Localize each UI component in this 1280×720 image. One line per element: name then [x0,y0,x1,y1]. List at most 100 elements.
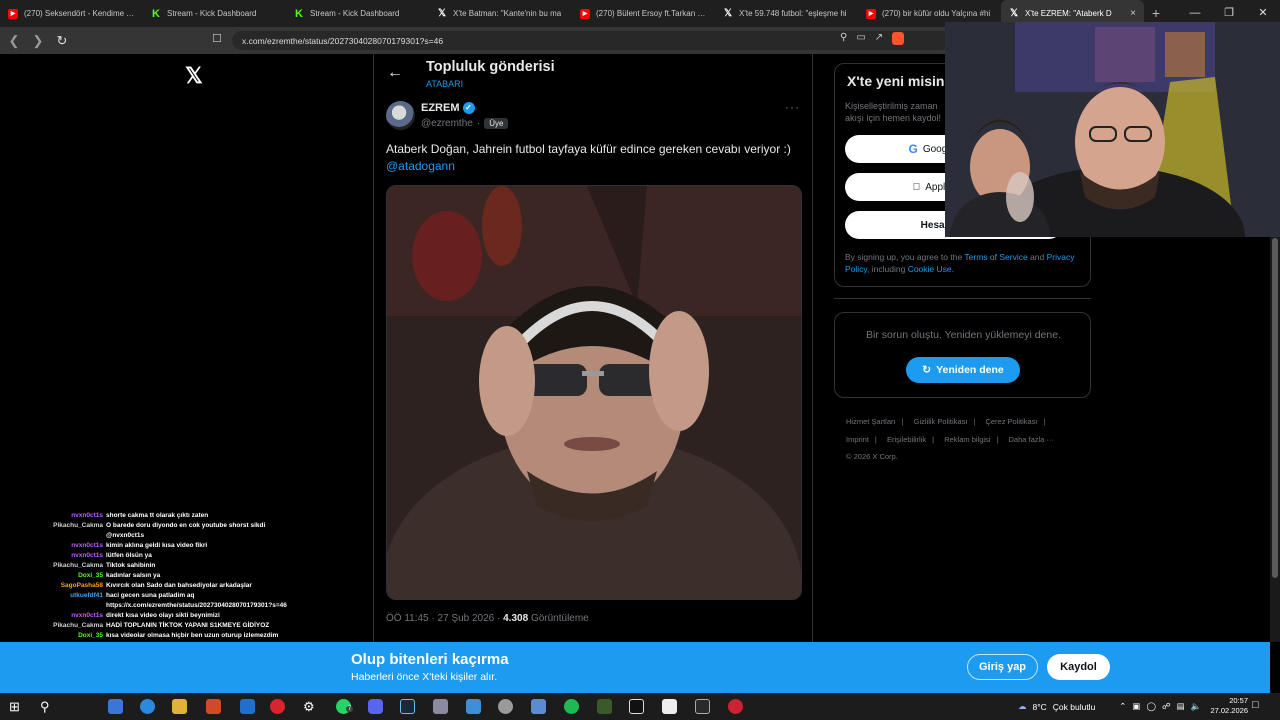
weather-icon[interactable]: ☁ [1018,701,1027,712]
search-icon[interactable]: ⚲ [40,699,55,714]
community-name[interactable]: ATABARI [426,79,463,89]
post-time[interactable]: ÖÖ 11:45 [386,613,429,624]
footer-links: Hizmet Şartları | Gizlilik Politikası | Çe… [846,413,1086,466]
close-tab-icon[interactable]: × [1126,8,1136,19]
epic-games-icon[interactable] [695,699,710,714]
apple-icon:  [913,182,921,193]
opera-icon[interactable] [270,699,285,714]
share-icon[interactable]: ↗ [875,32,883,45]
bookmark-icon[interactable]: ☐ [212,32,222,45]
app-icon[interactable] [240,699,255,714]
app-icon[interactable] [108,699,123,714]
footer-link[interactable]: Imprint [846,435,869,444]
error-message: Bir sorun oluştu. Yeniden yüklemeyi dene… [866,329,1061,341]
tray-app-icon[interactable]: ▣ [1132,701,1140,712]
chat-username[interactable]: nvxn0ct1s [40,551,106,561]
app-icon[interactable] [433,699,448,714]
back-arrow-icon[interactable]: ← [387,64,403,82]
post-media-image[interactable] [386,185,802,600]
edge-icon[interactable] [140,699,155,714]
author-handle[interactable]: @ezremthe [421,118,473,129]
error-card: Bir sorun oluştu. Yeniden yüklemeyi dene… [834,312,1091,398]
browser-tab[interactable]: ▶ (270) Seksendört - Kendime Ya [0,0,143,27]
author-handle-row: @ezremthe · Üye [421,118,509,129]
back-nav-icon[interactable]: ❮ [4,31,24,51]
footer-link[interactable]: Erişilebilirlik [887,435,926,444]
app-icon[interactable] [629,699,644,714]
chevron-up-icon[interactable]: ⌃ [1119,701,1126,712]
chat-text: kimin aklına geldi kısa video fikri [106,542,208,549]
network-icon[interactable]: ▤ [1177,701,1185,712]
chat-username[interactable]: nvxn0ct1s [40,541,106,551]
more-options-icon[interactable]: ··· [785,100,800,114]
weather-desc[interactable]: Çok bulutlu [1053,702,1096,712]
youtube-icon: ▶ [8,8,18,19]
login-button[interactable]: Giriş yap [967,654,1038,680]
app-icon[interactable] [531,699,546,714]
brave-shield-icon[interactable] [892,32,905,45]
chat-username[interactable]: utkuefdf41 [40,591,106,611]
zoom-icon[interactable]: ⚲ [840,32,847,45]
terms-link[interactable]: Terms of Service [964,252,1027,262]
page-scrollbar[interactable] [1270,237,1280,642]
chat-username[interactable]: nvxn0ct1s [40,511,106,521]
footer-link[interactable]: Çerez Politikası [985,417,1037,426]
chat-text: O barede doru diyondo en cok youtube sho… [106,522,266,539]
browser-tab[interactable]: ▶ (270) Bülent Ersoy ft.Tarkan - B [572,0,715,27]
cookie-link[interactable]: Cookie Use. [908,264,954,274]
footer-link[interactable]: Reklam bilgisi [944,435,990,444]
app-icon[interactable] [498,699,513,714]
tab-title: (270) Seksendört - Kendime Ya [24,9,135,18]
footer-link[interactable]: Gizlilik Politikası [914,417,968,426]
chat-username[interactable]: Pikachu_Cakma [40,521,106,541]
author-name-row[interactable]: EZREM ✓ [421,102,475,114]
signup-button[interactable]: Kaydol [1047,654,1110,680]
chat-message: utkuefdf41 haci gecen suna patladim aq ht… [40,591,290,611]
windows-start-icon[interactable]: ⊞ [9,699,24,714]
avatar[interactable] [386,101,415,130]
tab-title: Stream - Kick Dashboard [310,9,400,18]
mention-link[interactable]: @atadogann [386,159,455,173]
notification-icon[interactable]: □ [1252,699,1259,711]
post-date[interactable]: 27 Şub 2026 [438,613,495,624]
address-bar-actions: ⚲ ▭ ↗ [840,32,905,45]
chat-text: Kıvırcık olan Sado dan bahsediyolar arka… [106,582,252,589]
reload-icon[interactable]: ↻ [52,31,72,51]
browser-tab[interactable]: 𝕏 X'te 59.748 futbol: "eşleşme hi [715,0,858,27]
settings-icon[interactable]: ⚙ [303,699,318,714]
footer-link[interactable]: Daha fazla ··· [1009,435,1054,444]
app-icon[interactable] [597,699,612,714]
folder-icon[interactable] [172,699,187,714]
chat-username[interactable]: Pikachu_Cakma [40,561,106,571]
weather-temp[interactable]: 8°C [1033,702,1047,712]
footer-link[interactable]: Hizmet Şartları [846,417,896,426]
copyright: © 2026 X Corp. [846,452,898,461]
tab-title: X'te Batman: "Kante'nin bu ma [453,9,562,18]
x-logo-icon[interactable]: 𝕏 [185,63,203,89]
tray-app-icon[interactable]: ◯ [1146,701,1156,712]
chat-username[interactable]: Pikachu_Cakma [40,621,106,631]
browser-tab[interactable]: K Stream - Kick Dashboard [286,0,429,27]
chat-username[interactable]: SagoPasha58 [40,581,106,591]
chat-username[interactable]: nvxn0ct1s [40,611,106,621]
chat-username[interactable]: Doxi_35 [40,571,106,581]
capcut-icon[interactable] [662,699,677,714]
main-column: ← Topluluk gönderisi ATABARI EZREM ✓ @ez… [373,54,813,644]
browser-tab[interactable]: K Stream - Kick Dashboard [143,0,286,27]
scrollbar-thumb[interactable] [1272,238,1278,578]
spotify-icon[interactable] [564,699,579,714]
stream-chat-overlay: nvxn0ct1s shorte cakma tt olarak çıktı za… [40,511,290,651]
forward-nav-icon[interactable]: ❯ [28,31,48,51]
tray-app-icon[interactable]: ☍ [1162,701,1171,712]
retry-button[interactable]: ↻ Yeniden dene [906,357,1020,383]
taskbar-clock[interactable]: 20:57 27.02.2026 [1198,696,1248,716]
browser-tab[interactable]: 𝕏 X'te Batman: "Kante'nin bu ma [429,0,572,27]
steam-icon[interactable] [400,699,415,714]
app-icon[interactable] [728,699,743,714]
chat-text: Tiktok sahibinin [106,562,156,569]
kick-icon: K [295,7,303,20]
discord-icon[interactable] [368,699,383,714]
app-icon[interactable] [466,699,481,714]
app-icon[interactable] [206,699,221,714]
cast-icon[interactable]: ▭ [856,32,865,45]
